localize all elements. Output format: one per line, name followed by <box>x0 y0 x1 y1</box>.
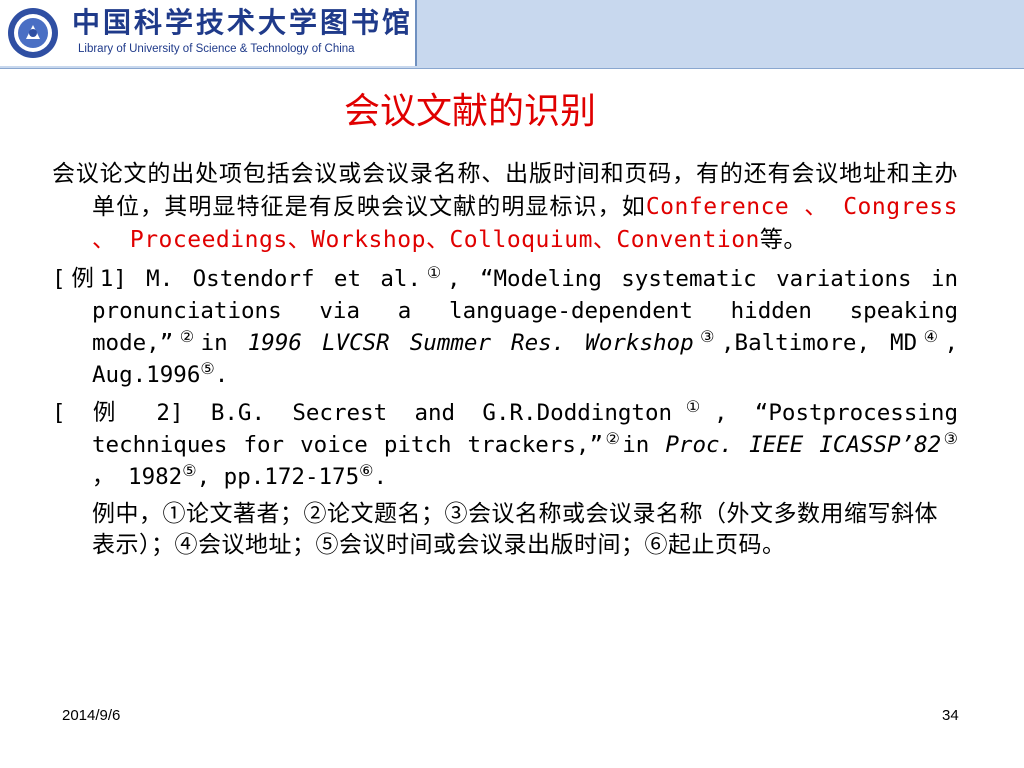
example-2-in: in <box>622 432 666 458</box>
library-name-cn: 中国科学技术大学图书馆 <box>72 6 414 39</box>
header-banner: 中国科学技术大学图书馆 Library of University of Sci… <box>0 0 1024 69</box>
marker-2: ② <box>173 327 201 346</box>
slide: 中国科学技术大学图书馆 Library of University of Sci… <box>0 0 1024 768</box>
example-2-label: [ 例 2] <box>52 400 184 426</box>
marker-6: ⑥ <box>359 461 374 480</box>
intro-ending: 等。 <box>759 227 807 253</box>
explanation-paragraph: 例中，①论文著者；②论文题名；③会议名称或会议录名称（外文多数用缩写斜体表示）；… <box>92 501 938 558</box>
library-logo: 中国科学技术大学图书馆 Library of University of Sci… <box>0 0 417 66</box>
example-1-end: . <box>214 362 229 388</box>
example-2-end: . <box>373 464 388 490</box>
example-2-pages: , pp.172-175 <box>196 464 360 490</box>
marker-3: ③ <box>693 327 721 346</box>
example-2-author: B.G. Secrest and G.R.Doddington <box>183 400 673 426</box>
example-1: [例1] M. Ostendorf et al.①, “Modeling sys… <box>52 263 958 391</box>
marker-3: ③ <box>941 429 958 448</box>
marker-1: ① <box>421 263 448 282</box>
marker-1: ① <box>672 397 714 416</box>
library-name-en: Library of University of Science & Techn… <box>78 43 355 55</box>
example-1-author: M. Ostendorf et al. <box>126 266 422 292</box>
marker-4: ④ <box>917 327 945 346</box>
example-1-label: [例1] <box>52 266 127 292</box>
slide-body: 会议论文的出处项包括会议或会议录名称、出版时间和页码，有的还有会议地址和主办单位… <box>52 158 958 561</box>
intro-paragraph: 会议论文的出处项包括会议或会议录名称、出版时间和页码，有的还有会议地址和主办单位… <box>52 158 958 257</box>
footer-date: 2014/9/6 <box>62 707 121 724</box>
slide-title: 会议文献的识别 <box>343 91 596 132</box>
example-2-conference: Proc. IEEE ICASSP’82 <box>665 432 942 458</box>
marker-5: ⑤ <box>200 359 215 378</box>
example-1-in: in <box>200 330 248 356</box>
example-1-place: ,Baltimore, MD <box>720 330 918 356</box>
marker-5: ⑤ <box>182 461 197 480</box>
example-1-conference: 1996 LVCSR Summer Res. Workshop <box>247 330 694 356</box>
example-2-date: ， 1982 <box>92 464 183 490</box>
example-2: [ 例 2] B.G. Secrest and G.R.Doddington①,… <box>52 397 958 493</box>
university-seal-icon <box>8 8 58 58</box>
page-number: 34 <box>942 707 959 724</box>
marker-2: ② <box>603 429 623 448</box>
